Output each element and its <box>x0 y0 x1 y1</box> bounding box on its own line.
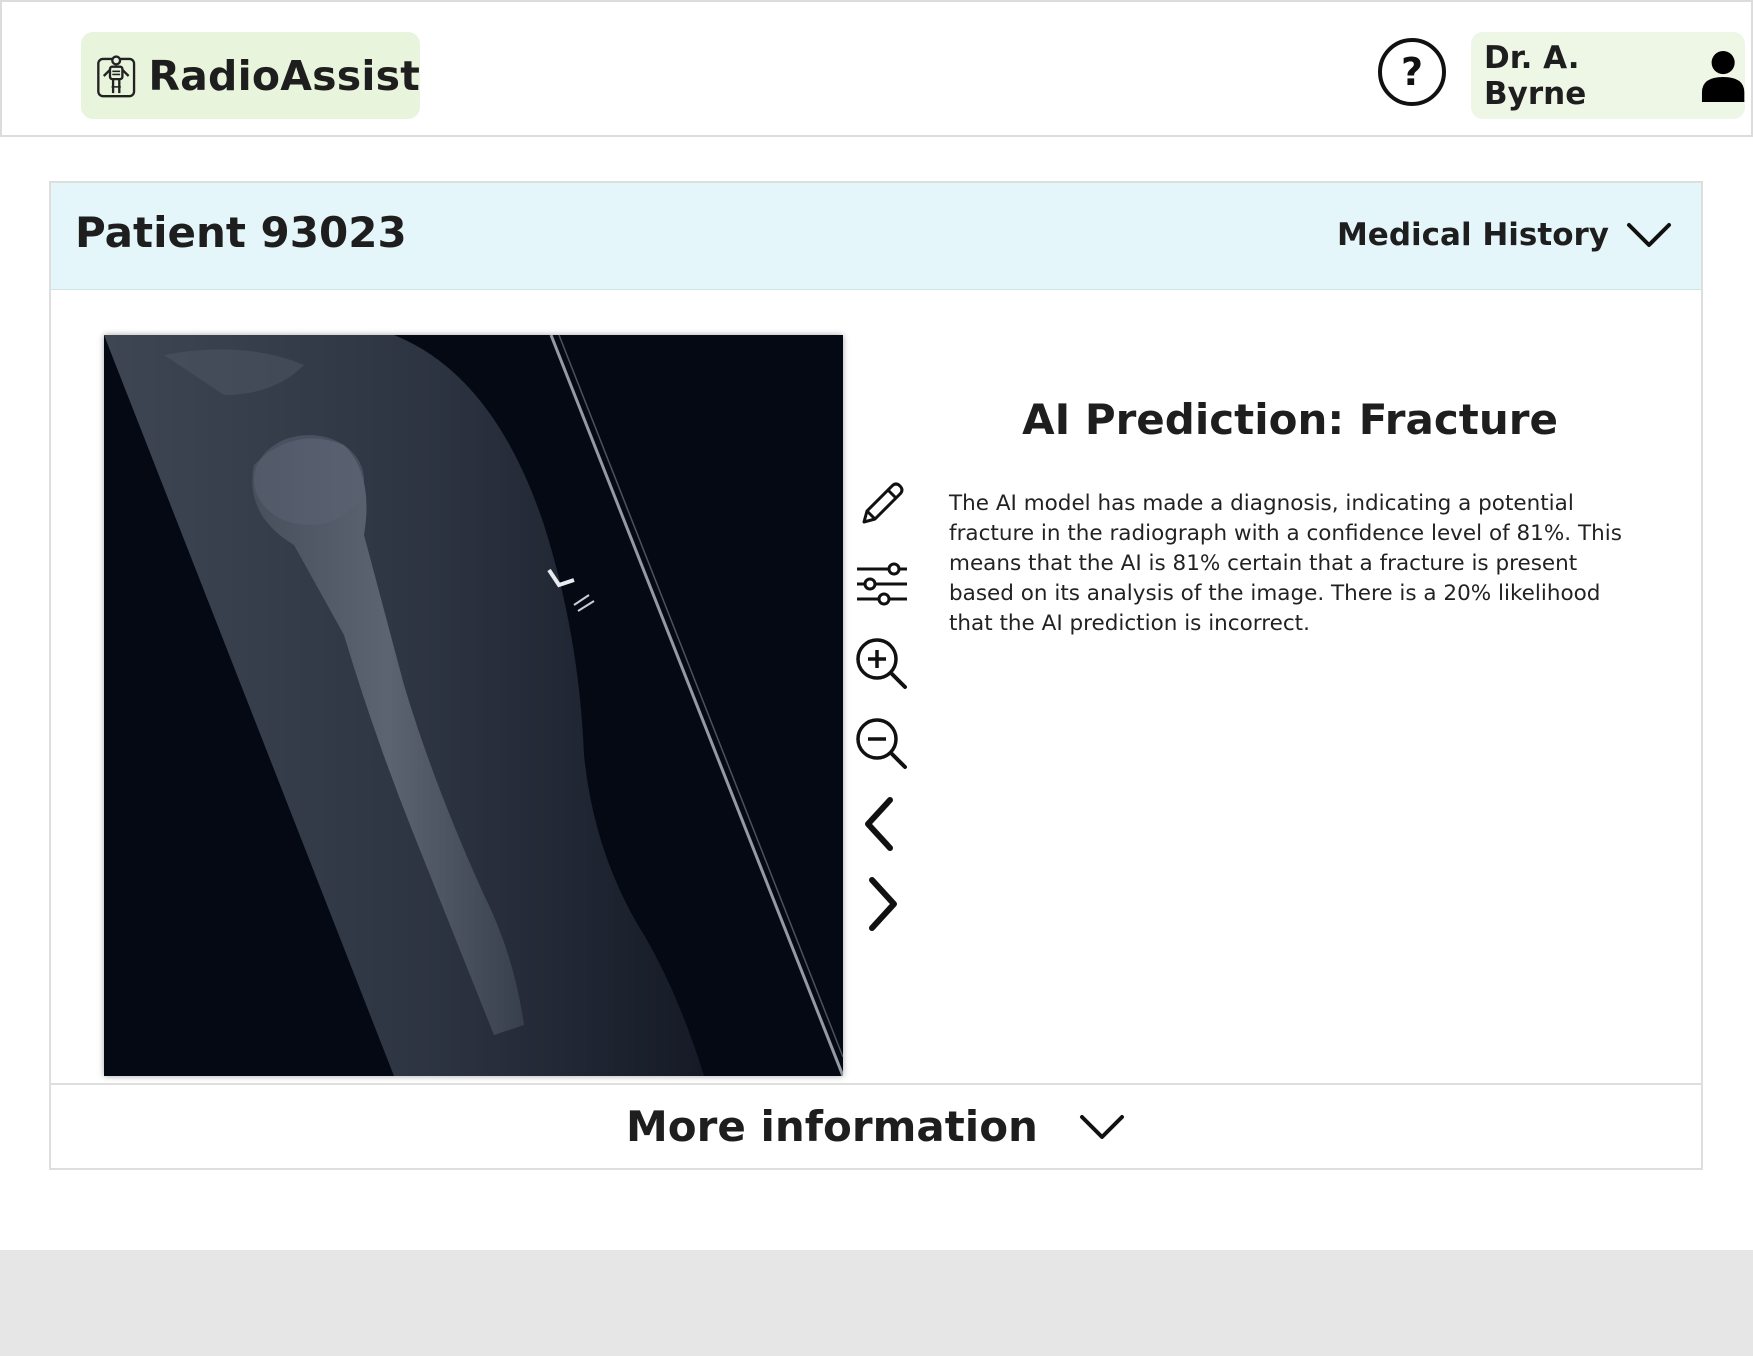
xray-image[interactable] <box>104 335 843 1076</box>
chevron-left-icon <box>865 797 893 851</box>
previous-image-button[interactable] <box>854 796 910 852</box>
chevron-down-icon <box>1079 1114 1124 1139</box>
image-toolbar <box>854 476 910 956</box>
chevron-down-icon <box>1627 223 1671 247</box>
more-information-label: More information <box>626 1102 1038 1151</box>
user-profile-button[interactable]: Dr. A. Byrne <box>1471 32 1745 119</box>
zoom-in-icon <box>856 638 907 689</box>
help-button[interactable]: ? <box>1378 38 1446 106</box>
ai-prediction-title: AI Prediction: Fracture <box>1022 395 1558 444</box>
zoom-out-icon <box>856 718 907 769</box>
chevron-right-icon <box>869 877 897 931</box>
patient-card-header: Patient 93023 Medical History <box>51 183 1701 290</box>
top-bar: RadioAssist ? Dr. A. Byrne <box>0 0 1753 137</box>
pencil-icon <box>862 482 904 524</box>
brand-logo[interactable]: RadioAssist <box>81 32 420 119</box>
next-image-button[interactable] <box>854 876 910 932</box>
more-information-toggle[interactable]: More information <box>51 1083 1701 1168</box>
footer-band <box>0 1250 1753 1356</box>
adjust-button[interactable] <box>854 556 910 612</box>
zoom-out-button[interactable] <box>854 716 910 772</box>
sliders-icon <box>857 562 907 606</box>
zoom-in-button[interactable] <box>854 636 910 692</box>
ai-prediction-description: The AI model has made a diagnosis, indic… <box>949 491 1622 636</box>
patient-title: Patient 93023 <box>75 208 407 257</box>
user-avatar-icon <box>1701 50 1745 102</box>
annotate-button[interactable] <box>854 476 910 532</box>
user-name: Dr. A. Byrne <box>1484 39 1587 112</box>
medical-history-dropdown[interactable]: Medical History <box>1337 207 1673 263</box>
patient-card: Patient 93023 Medical History AI Predict… <box>49 181 1703 1170</box>
app-window: RadioAssist ? Dr. A. Byrne Patient 93023… <box>0 0 1753 1356</box>
help-circle-icon: ? <box>1400 50 1424 94</box>
xray-radiograph <box>104 335 843 1076</box>
x-ray-skeleton-icon <box>97 54 136 97</box>
app-name: RadioAssist <box>148 51 420 100</box>
medical-history-label: Medical History <box>1336 217 1609 253</box>
